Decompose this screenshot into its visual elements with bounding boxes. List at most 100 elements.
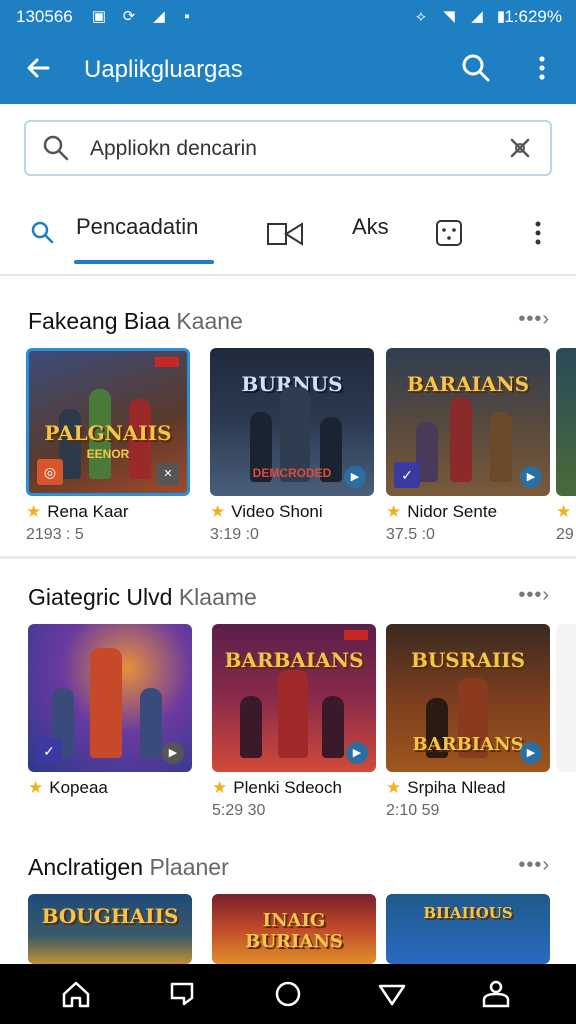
gallery-icon: ▣ — [91, 8, 107, 25]
app-badge-icon: ✓ — [394, 462, 420, 488]
play-icon: ▶ — [162, 742, 184, 764]
game-meta: 5:29 30 — [212, 802, 266, 819]
game-card-peek[interactable] — [556, 624, 576, 772]
notification-icon: ▪ — [184, 8, 190, 25]
game-meta: 2193 : 5 — [26, 526, 84, 543]
game-thumbnail[interactable]: BUSRAIIS BARBIANS ▶ — [386, 624, 550, 772]
game-name: ★ Rena Kaar — [26, 502, 129, 521]
triangle-down-icon[interactable] — [374, 976, 410, 1012]
game-art-title: BIIAIIOUS — [423, 904, 513, 922]
game-card[interactable]: BOUGHAIIS — [28, 894, 192, 964]
game-name: ★ Nidor Sente — [386, 502, 498, 521]
star-icon: ★ — [556, 502, 572, 521]
game-thumbnail[interactable]: PALGNAIIS EENOR ◎ ✕ — [26, 348, 190, 496]
vibrate-icon: ⟡ — [416, 8, 426, 25]
search-icon — [43, 135, 69, 161]
game-card[interactable]: BURNUS DEMCRODED ▶ ★ Video Shoni 3:19 :0 — [210, 348, 374, 543]
dice-icon[interactable] — [434, 218, 464, 248]
app-badge-icon: ◎ — [37, 459, 63, 485]
game-card[interactable]: PALGNAIIS EENOR ◎ ✕ ★ Rena Kaar 2193 : 5 — [26, 348, 190, 543]
app-bar: Uaplikgluargas — [0, 34, 576, 104]
game-thumbnail[interactable]: ✓ ▶ — [28, 624, 192, 772]
star-icon: ★ — [386, 778, 402, 797]
search-tab-icon — [31, 221, 54, 244]
hero-figure — [322, 696, 344, 758]
tabs-more-icon[interactable] — [528, 218, 548, 248]
circle-home-icon[interactable] — [270, 976, 306, 1012]
home-icon[interactable] — [58, 976, 94, 1012]
tab-search[interactable]: Pencaadatin — [76, 214, 198, 254]
game-meta: 37.5 :0 — [386, 526, 435, 543]
star-icon: ★ — [386, 502, 402, 521]
game-name: ★ Plenki Sdeoch — [212, 778, 342, 797]
section-more-chevron-icon[interactable]: •••› — [518, 308, 550, 331]
status-time: 130566 — [16, 7, 73, 26]
section-title: Fakeang Biaa Kaane — [28, 308, 243, 334]
game-card[interactable]: BIIAIIOUS — [386, 894, 550, 964]
system-nav-bar — [0, 964, 576, 1024]
play-icon: ▶ — [344, 466, 366, 488]
section-more-chevron-icon[interactable]: •••› — [518, 854, 550, 877]
search-icon[interactable] — [460, 52, 492, 84]
game-name: ★ Srpiha Nlead — [386, 778, 506, 797]
page-title: Uaplikgluargas — [84, 56, 243, 83]
video-icon[interactable] — [266, 220, 306, 248]
divider — [0, 274, 576, 276]
corner-tag — [344, 630, 368, 640]
cell-signal-icon: ◢ — [471, 8, 483, 25]
game-card[interactable]: ✓ ▶ ★ Kopeaa — [28, 624, 192, 797]
tab-bar: Pencaadatin Aks — [0, 200, 576, 270]
star-icon: ★ — [210, 502, 226, 521]
play-icon: ▶ — [520, 742, 542, 764]
game-card-peek[interactable] — [556, 348, 576, 496]
section-title: Anclratigen Plaaner — [28, 854, 229, 880]
more-vert-icon[interactable] — [530, 52, 554, 84]
game-meta: 2:10 59 — [386, 802, 440, 819]
game-meta: 3:19 :0 — [210, 526, 259, 543]
battery-level: 1:629% — [504, 7, 562, 26]
section-title: Giategric Ulvd Klaame — [28, 584, 257, 610]
back-arrow-icon[interactable] — [22, 52, 54, 84]
game-name: ★ Kopeaa — [28, 778, 108, 797]
game-card[interactable]: BARAIANS ✓ ▶ ★ Nidor Sente 37.5 :0 — [386, 348, 550, 543]
star-icon: ★ — [28, 778, 44, 797]
back-nav-icon[interactable] — [164, 976, 200, 1012]
game-card[interactable]: BARBAIANS ▶ ★ Plenki Sdeoch 5:29 30 — [212, 624, 376, 819]
search-input[interactable] — [88, 130, 492, 168]
app-badge-icon: ✓ — [36, 738, 62, 764]
signal-icon: ◢ — [153, 8, 165, 25]
sync-icon: ⟳ — [122, 8, 136, 25]
play-icon: ▶ — [520, 466, 542, 488]
game-thumbnail[interactable]: BURNUS DEMCRODED ▶ — [210, 348, 374, 496]
expand-icon: ✕ — [157, 463, 179, 485]
tab-active-indicator — [74, 260, 214, 264]
game-art-title: BOUGHAIIS — [41, 904, 179, 928]
hero-figure — [278, 670, 308, 758]
hero-figure — [240, 696, 262, 758]
status-bar: 130566 ▣ ⟳ ◢ ▪ ⟡ ◥ ◢ ▮ 1:629% — [0, 0, 576, 34]
game-thumbnail[interactable]: INAIG BURIANS — [212, 894, 376, 964]
wifi-icon: ◥ — [443, 8, 455, 25]
star-icon: ★ — [212, 778, 228, 797]
corner-tag — [155, 357, 179, 367]
game-thumbnail[interactable]: BARAIANS ✓ ▶ — [386, 348, 550, 496]
people-icon[interactable] — [478, 976, 514, 1012]
game-art-title: BUSRAIIS — [410, 648, 526, 672]
game-thumbnail[interactable]: BIIAIIOUS — [386, 894, 550, 964]
search-field — [24, 120, 552, 176]
star-icon: ★ — [26, 502, 42, 521]
clear-icon[interactable] — [506, 134, 534, 162]
game-art-title: INAIG BURIANS — [245, 910, 343, 952]
section-more-chevron-icon[interactable]: •••› — [518, 584, 550, 607]
game-card[interactable]: INAIG BURIANS — [212, 894, 376, 964]
play-icon: ▶ — [346, 742, 368, 764]
hero-figure — [490, 412, 512, 482]
tab-aks[interactable]: Aks — [352, 214, 389, 254]
hero-figure — [140, 688, 162, 758]
game-card[interactable]: BUSRAIIS BARBIANS ▶ ★ Srpiha Nlead 2:10 5… — [386, 624, 550, 819]
game-art-title: BARBAIANS — [224, 648, 364, 672]
game-thumbnail[interactable]: BOUGHAIIS — [28, 894, 192, 964]
hero-figure — [90, 648, 122, 758]
game-name: ★ Video Shoni — [210, 502, 323, 521]
game-thumbnail[interactable]: BARBAIANS ▶ — [212, 624, 376, 772]
